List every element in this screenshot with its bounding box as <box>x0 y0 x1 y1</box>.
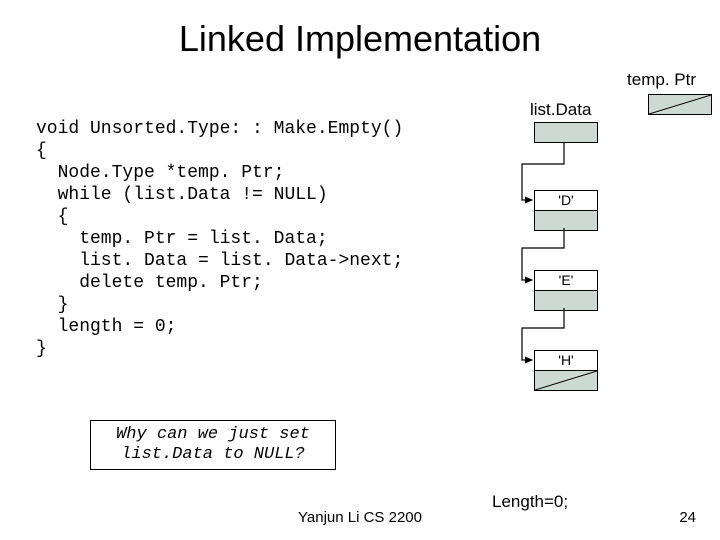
footer-center: Yanjun Li CS 2200 <box>0 509 720 526</box>
linked-list-diagram: 'D' 'E' 'H' <box>510 94 710 464</box>
arrows <box>510 94 710 434</box>
tempptr-label: temp. Ptr <box>627 70 696 90</box>
why-line2: list.Data to NULL? <box>91 445 335 465</box>
slide-number: 24 <box>679 509 696 526</box>
page-title: Linked Implementation <box>0 18 720 60</box>
why-line1: Why can we just set <box>91 425 335 445</box>
code-block: void Unsorted.Type: : Make.Empty() { Nod… <box>36 118 403 360</box>
why-box: Why can we just set list.Data to NULL? <box>90 420 336 470</box>
